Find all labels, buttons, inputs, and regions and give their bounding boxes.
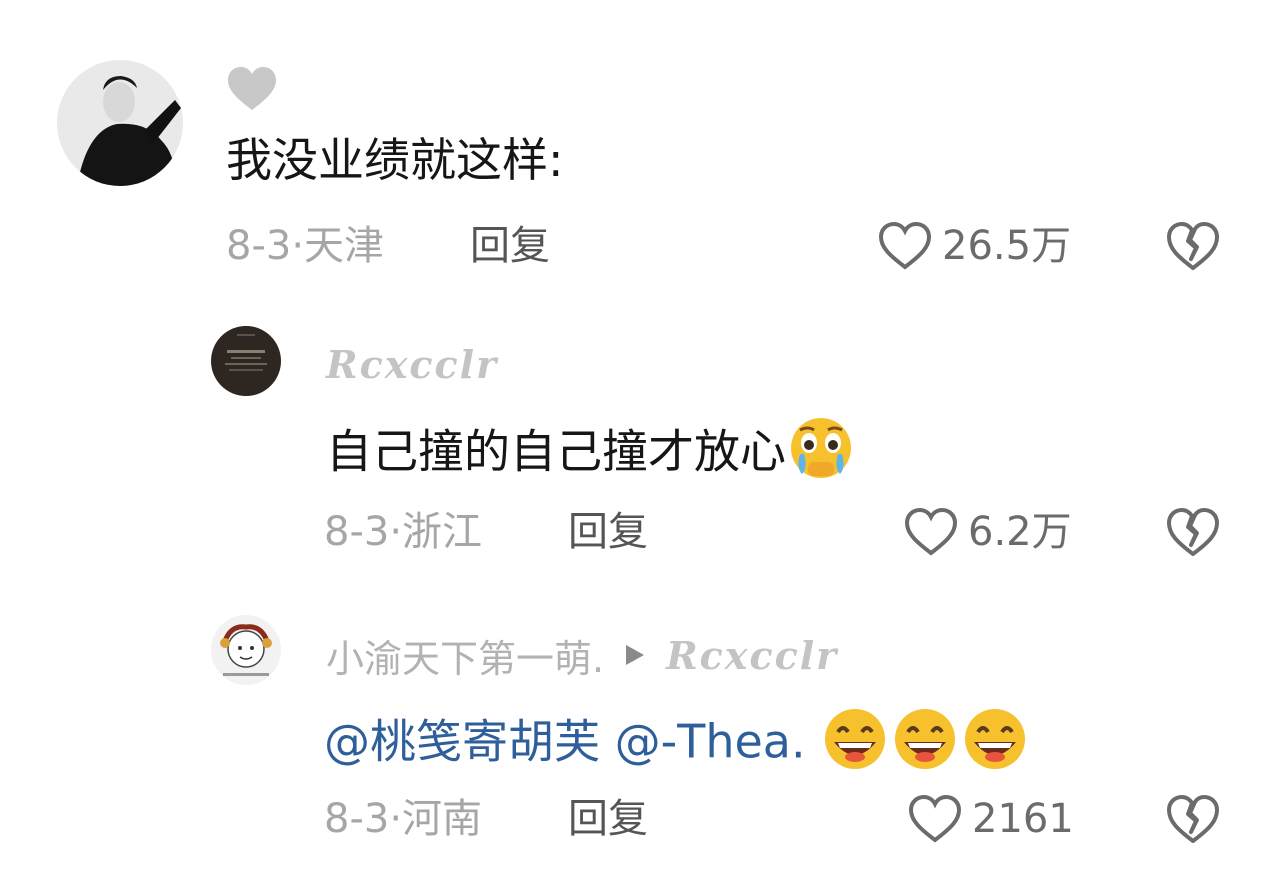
heart-outline-icon <box>908 795 962 843</box>
heart-filled-icon <box>228 67 276 110</box>
like-count: 26.5万 <box>942 223 1072 269</box>
avatar[interactable] <box>211 326 281 396</box>
broken-heart-icon <box>1167 795 1219 843</box>
grinning-face-emoji <box>960 706 1030 784</box>
like-button[interactable]: 26.5万 <box>878 220 1071 272</box>
broken-heart-icon <box>1167 508 1219 556</box>
comment-text: 自己撞的自己撞才放心 <box>326 416 856 494</box>
cartoon-character-avatar-icon <box>211 615 281 685</box>
reply-button[interactable]: 回复 <box>568 795 648 843</box>
like-top-icon[interactable] <box>226 66 278 112</box>
comment-text-body: 自己撞的自己撞才放心 <box>326 424 786 479</box>
reply-header: 小渝天下第一萌. Rcxcclr <box>326 628 838 683</box>
like-button[interactable]: 6.2万 <box>904 506 1072 558</box>
like-count: 6.2万 <box>968 509 1072 555</box>
grinning-face-emoji <box>890 706 960 784</box>
dislike-button[interactable] <box>1166 507 1220 561</box>
mention-link[interactable]: @-Thea. <box>615 715 806 769</box>
avatar[interactable] <box>211 615 281 685</box>
username[interactable]: 小渝天下第一萌. <box>326 628 604 683</box>
heart-outline-icon <box>904 508 958 556</box>
reply-button[interactable]: 回复 <box>568 508 648 556</box>
mention-link[interactable]: @桃笺寄胡芙 <box>324 715 600 769</box>
reply-button[interactable]: 回复 <box>470 222 550 270</box>
dislike-button[interactable] <box>1166 794 1220 848</box>
avatar[interactable] <box>57 60 183 186</box>
woman-in-black-avatar-icon <box>57 60 183 186</box>
dislike-button[interactable] <box>1166 221 1220 275</box>
comment-text: @桃笺寄胡芙 @-Thea. <box>324 706 1030 784</box>
date-location: 8-3·河南 <box>324 796 483 842</box>
reply-to-username[interactable]: Rcxcclr <box>666 633 838 678</box>
dark-music-avatar-icon <box>211 326 281 396</box>
broken-heart-icon <box>1167 222 1219 270</box>
like-count: 2161 <box>972 796 1074 842</box>
crying-face-emoji <box>786 416 856 494</box>
grinning-face-emoji <box>820 706 890 784</box>
date-location: 8-3·天津 <box>226 223 385 269</box>
heart-outline-icon <box>878 222 932 270</box>
date-location: 8-3·浙江 <box>324 509 483 555</box>
comment-text: 我没业绩就这样: <box>226 133 564 187</box>
like-button[interactable]: 2161 <box>908 793 1074 845</box>
username[interactable]: Rcxcclr <box>326 342 498 387</box>
reply-arrow-icon <box>626 645 645 665</box>
